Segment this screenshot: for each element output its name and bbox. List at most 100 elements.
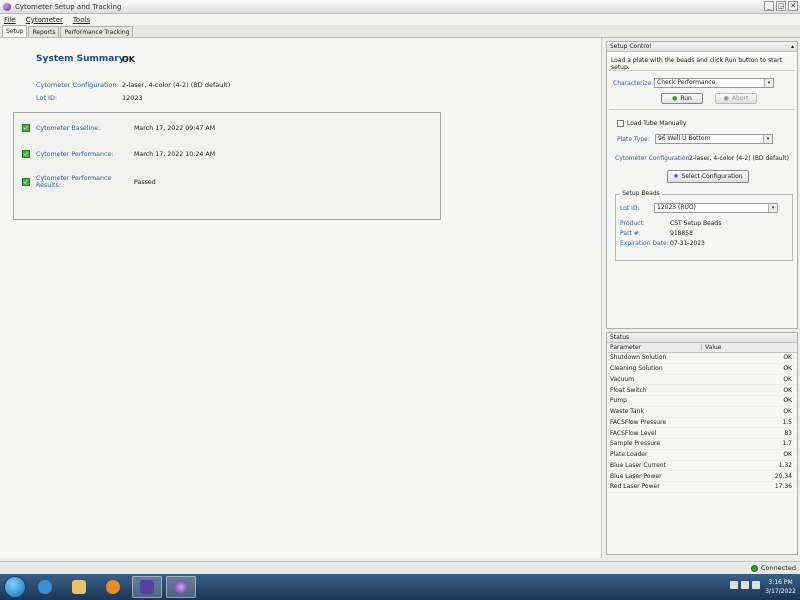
close-button[interactable]: ✕ [788, 1, 798, 11]
setup-control-panel: Setup Control ▴ Load a plate with the be… [606, 41, 798, 329]
run-label: Run [680, 95, 692, 102]
tab-performance-tracking[interactable]: Performance Tracking [60, 26, 134, 37]
start-button[interactable] [4, 576, 26, 598]
param-name: Blue Laser Power [610, 472, 662, 480]
status-title: Status [610, 334, 630, 341]
clock-date: 3/17/2022 [765, 588, 796, 595]
param-name: Vacuum [610, 375, 635, 383]
param-value: OK [783, 386, 792, 394]
part-label: Part #: [620, 230, 641, 237]
connection-label: Connected [760, 564, 796, 572]
taskbar-media[interactable] [98, 576, 128, 598]
setup-config-value: 2-laser, 4-color (4-2) (BD default) [689, 155, 789, 162]
app-icon [174, 580, 188, 594]
param-name: Float Switch [610, 386, 647, 394]
collapse-icon[interactable]: ▴ [791, 42, 794, 51]
check-icon: ✓ [22, 150, 30, 158]
table-row: Blue Laser Current 1.32 [608, 461, 797, 472]
setup-main-area: System Summary: OK Cytometer Configurati… [0, 38, 602, 558]
status-table: Parameter Value Shutdown Solution OK Clea… [608, 343, 797, 493]
result-row-performance: ✓ Cytometer Performance: March 17, 2022 … [22, 150, 215, 158]
setup-instruction: Load a plate with the beads and click Ru… [611, 57, 782, 71]
run-icon: ● [672, 95, 678, 102]
check-icon: ✓ [22, 178, 30, 186]
status-bar: Connected [0, 561, 800, 574]
col-header-value[interactable]: Value [702, 344, 795, 351]
table-row: Vacuum OK [608, 375, 797, 386]
right-column: Setup Control ▴ Load a plate with the be… [604, 38, 800, 558]
tab-reports[interactable]: Reports [28, 26, 60, 37]
title-bar: Cytometer Setup and Tracking _ ◲ ✕ [0, 0, 800, 14]
param-value: OK [783, 365, 792, 373]
restore-button[interactable]: ◲ [776, 1, 786, 11]
load-tube-checkbox[interactable] [617, 120, 624, 127]
param-name: Red Laser Power [610, 483, 660, 491]
param-value: OK [783, 408, 792, 416]
param-name: Plate Loader [610, 451, 648, 459]
setup-beads-title: Setup Beads [620, 190, 662, 197]
param-value: OK [783, 354, 792, 362]
chevron-down-icon: ▾ [764, 79, 773, 87]
result-row-performance-results: ✓ Cytometer Performance Results: Passed [22, 175, 156, 189]
abort-button[interactable]: ● Abort [715, 93, 757, 104]
config-value: 2-laser, 4-color (4-2) (BD default) [122, 81, 231, 89]
run-button[interactable]: ● Run [661, 93, 703, 104]
param-name: Pump [610, 397, 627, 405]
setup-config-label: Cytometer Configuration: [615, 155, 692, 162]
setup-control-title: Setup Control [610, 43, 652, 50]
select-configuration-button[interactable]: ✺ Select Configuration [667, 170, 749, 183]
abort-label: Abort [731, 95, 749, 102]
result-label: Cytometer Performance Results: [36, 175, 112, 189]
param-value: OK [783, 451, 792, 459]
status-panel: Status Parameter Value Shutdown Solution… [606, 332, 798, 555]
menu-tools[interactable]: Tools [73, 16, 90, 24]
bead-lot-select[interactable]: 12023 (RUO) ▾ [654, 203, 778, 213]
result-value: March 17, 2022 10:24 AM [134, 150, 216, 158]
result-label: Cytometer Baseline: [36, 124, 101, 132]
param-name: Sample Pressure [610, 440, 661, 448]
menu-cytometer[interactable]: Cytometer [26, 16, 63, 24]
chevron-down-icon: ▾ [763, 135, 772, 143]
connection-status: Connected [750, 564, 796, 572]
param-value: 1.5 [782, 418, 792, 426]
results-box: ✓ Cytometer Baseline: March 17, 2022 09:… [13, 112, 441, 220]
divider [609, 109, 795, 110]
system-tray [730, 581, 760, 589]
param-value: OK [783, 397, 792, 405]
col-header-parameter[interactable]: Parameter [608, 344, 702, 351]
result-value: Passed [134, 178, 156, 186]
param-name: Shutdown Solution [610, 354, 667, 362]
tab-setup[interactable]: Setup [2, 25, 28, 37]
setup-control-header: Setup Control ▴ [607, 42, 797, 52]
plate-type-select[interactable]: 96 Well U Bottom ▾ [655, 134, 773, 144]
expiration-label: Expiration Date: [620, 240, 669, 247]
system-summary-title: System Summary: [36, 54, 129, 64]
param-value: 83 [784, 429, 792, 437]
network-icon[interactable] [741, 581, 749, 589]
taskbar-ie[interactable] [30, 576, 60, 598]
divider [609, 70, 795, 71]
param-name: FACSFlow Level [610, 429, 657, 437]
taskbar-explorer[interactable] [64, 576, 94, 598]
expiration-value: 07-31-2023 [670, 240, 705, 247]
menu-file[interactable]: File [4, 16, 16, 24]
clock[interactable]: 3:16 PM 3/17/2022 [765, 578, 796, 596]
taskbar-app-2[interactable] [166, 576, 196, 598]
taskbar: 3:16 PM 3/17/2022 [0, 574, 800, 600]
window-title: Cytometer Setup and Tracking [15, 2, 122, 11]
taskbar-app-1[interactable] [132, 576, 162, 598]
characterize-select[interactable]: Check Performance ▾ [654, 78, 774, 88]
table-row: Pump OK [608, 396, 797, 407]
select-configuration-label: Select Configuration [681, 173, 743, 180]
bead-lot-label: Lot ID: [620, 205, 640, 212]
tab-bar: Setup Reports Performance Tracking [0, 25, 800, 38]
table-row: Plate Loader OK [608, 450, 797, 461]
volume-icon[interactable] [752, 581, 760, 589]
status-header: Status [607, 333, 797, 343]
result-label: Cytometer Performance: [36, 150, 114, 158]
param-value: 1.32 [778, 461, 792, 469]
minimize-button[interactable]: _ [764, 1, 774, 11]
menu-bar: File Cytometer Tools [0, 14, 800, 25]
param-name: FACSFlow Pressure [610, 418, 667, 426]
flag-icon[interactable] [730, 581, 738, 589]
